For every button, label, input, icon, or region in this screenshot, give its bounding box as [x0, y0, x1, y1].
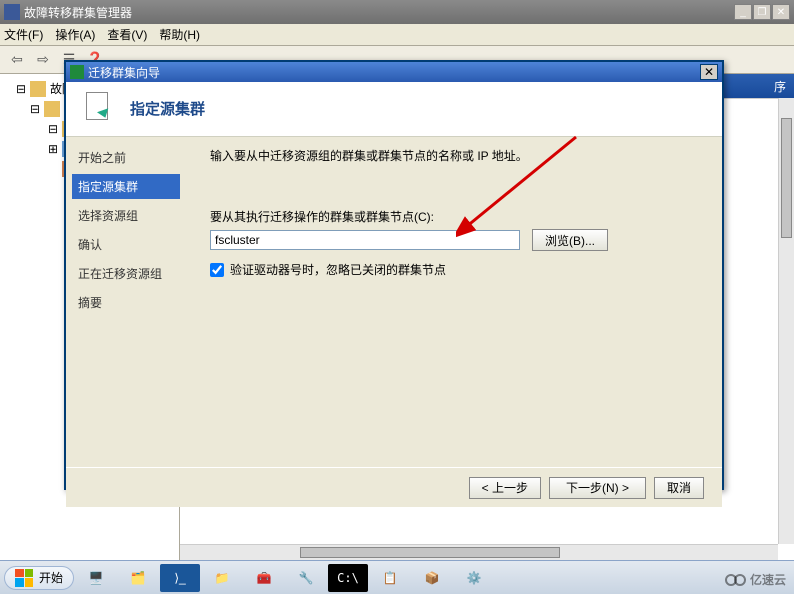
- minimize-button[interactable]: _: [734, 4, 752, 20]
- menubar: 文件(F) 操作(A) 查看(V) 帮助(H): [0, 24, 794, 46]
- browse-button[interactable]: 浏览(B)...: [532, 229, 608, 251]
- watermark: 亿速云: [728, 571, 786, 588]
- close-button[interactable]: ✕: [772, 4, 790, 20]
- taskbar-icon[interactable]: 🔧: [286, 564, 326, 592]
- taskbar-icon[interactable]: 📦: [412, 564, 452, 592]
- wizard-nav: 开始之前 指定源集群 选择资源组 确认 正在迁移资源组 摘要: [66, 137, 186, 467]
- taskbar-icon[interactable]: ⚙️: [454, 564, 494, 592]
- menu-help[interactable]: 帮助(H): [159, 26, 200, 43]
- cluster-icon: [30, 81, 46, 97]
- next-button[interactable]: 下一步(N) >: [549, 477, 646, 499]
- menu-view[interactable]: 查看(V): [107, 26, 147, 43]
- taskbar-icon[interactable]: 🗂️: [118, 564, 158, 592]
- cluster-name-input[interactable]: [210, 230, 520, 250]
- instruction-text: 输入要从中迁移资源组的群集或群集节点的名称或 IP 地址。: [210, 147, 698, 164]
- taskbar-icon[interactable]: 📋: [370, 564, 410, 592]
- right-header-label: 序: [774, 78, 786, 95]
- wizard-content: 输入要从中迁移资源组的群集或群集节点的名称或 IP 地址。 要从其执行迁移操作的…: [186, 137, 722, 467]
- dialog-close-button[interactable]: ✕: [700, 64, 718, 80]
- windows-logo-icon: [15, 569, 33, 587]
- taskbar-icon[interactable]: C:\: [328, 564, 368, 592]
- back-button[interactable]: < 上一步: [469, 477, 541, 499]
- nav-before[interactable]: 开始之前: [72, 145, 180, 170]
- app-title: 故障转移群集管理器: [24, 4, 132, 21]
- fwd-button[interactable]: ⇨: [32, 49, 54, 71]
- dialog-icon: [70, 65, 84, 79]
- dialog-title: 迁移群集向导: [88, 64, 160, 81]
- wizard-icon: [82, 90, 118, 126]
- taskbar-icon[interactable]: 🧰: [244, 564, 284, 592]
- taskbar-icon[interactable]: ⟩_: [160, 564, 200, 592]
- migrate-wizard-dialog: 迁移群集向导 ✕ 指定源集群 开始之前 指定源集群 选择资源组 确认 正在迁移资…: [64, 60, 724, 490]
- dialog-header: 指定源集群: [66, 82, 722, 137]
- taskbar: 开始 🖥️ 🗂️ ⟩_ 📁 🧰 🔧 C:\ 📋 📦 ⚙️ 亿速云: [0, 560, 794, 594]
- dialog-titlebar: 迁移群集向导 ✕: [66, 62, 722, 82]
- wizard-footer: < 上一步 下一步(N) > 取消: [66, 467, 722, 507]
- start-button[interactable]: 开始: [4, 566, 74, 590]
- dialog-header-title: 指定源集群: [130, 98, 205, 119]
- nav-confirm[interactable]: 确认: [72, 232, 180, 257]
- node-icon: [44, 101, 60, 117]
- ignore-offline-checkbox[interactable]: [210, 263, 224, 277]
- cancel-button[interactable]: 取消: [654, 477, 704, 499]
- hscrollbar[interactable]: [180, 544, 778, 560]
- menu-file[interactable]: 文件(F): [4, 26, 43, 43]
- main-titlebar: 故障转移群集管理器 _ ❐ ✕: [0, 0, 794, 24]
- back-button[interactable]: ⇦: [6, 49, 28, 71]
- nav-migrating[interactable]: 正在迁移资源组: [72, 261, 180, 286]
- menu-action[interactable]: 操作(A): [55, 26, 95, 43]
- app-icon: [4, 4, 20, 20]
- nav-select-group[interactable]: 选择资源组: [72, 203, 180, 228]
- checkbox-label: 验证驱动器号时，忽略已关闭的群集节点: [230, 261, 446, 278]
- taskbar-icon[interactable]: 🖥️: [76, 564, 116, 592]
- nav-summary[interactable]: 摘要: [72, 290, 180, 315]
- cluster-field-label: 要从其执行迁移操作的群集或群集节点(C):: [210, 208, 698, 225]
- start-label: 开始: [39, 569, 63, 586]
- maximize-button[interactable]: ❐: [753, 4, 771, 20]
- nav-specify-source[interactable]: 指定源集群: [72, 174, 180, 199]
- vscrollbar[interactable]: [778, 98, 794, 544]
- taskbar-icon[interactable]: 📁: [202, 564, 242, 592]
